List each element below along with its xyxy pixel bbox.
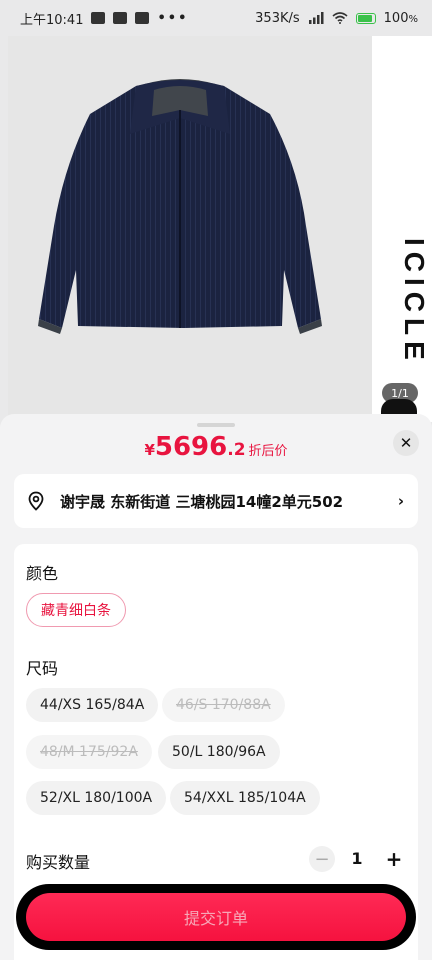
size-option-50-l[interactable]: 50/L 180/96A — [158, 735, 280, 769]
more-notifications-icon: ••• — [157, 10, 189, 26]
video-icon — [135, 12, 150, 24]
product-image[interactable] — [8, 36, 372, 422]
price-label: 折后价 — [248, 444, 288, 459]
price-integer: 5696 — [154, 432, 228, 462]
price-currency: ¥ — [144, 441, 155, 459]
color-option-navy-stripe[interactable]: 藏青细白条 — [26, 593, 126, 627]
message-icon — [91, 12, 106, 24]
color-section-title: 颜色 — [26, 564, 59, 583]
status-time: 上午10:41 — [20, 12, 84, 28]
quantity-label: 购买数量 — [26, 853, 91, 872]
minus-icon: − — [314, 848, 330, 870]
size-option-46-s: 46/S 170/88A — [162, 688, 285, 722]
location-pin-icon — [28, 491, 44, 511]
quantity-value: 1 — [351, 849, 363, 868]
size-option-54-xxl[interactable]: 54/XXL 185/104A — [170, 781, 320, 815]
app-notification-icon — [113, 12, 128, 24]
plus-icon: + — [385, 847, 403, 871]
quantity-decrease-button[interactable]: − — [309, 846, 335, 872]
submit-order-button[interactable]: 提交订单 — [26, 893, 406, 941]
close-icon: ✕ — [399, 434, 413, 452]
price-display: ¥5696.2 折后价 — [0, 432, 432, 462]
address-text: 谢宇晟 东新街道 三塘桃园14幢2单元502 — [60, 492, 344, 511]
signal-icon — [308, 12, 324, 24]
close-button[interactable]: ✕ — [393, 430, 419, 456]
size-option-52-xl[interactable]: 52/XL 180/100A — [26, 781, 167, 815]
battery-level: 100 — [383, 10, 409, 26]
size-section-title: 尺码 — [26, 659, 59, 678]
price-decimal: .2 — [227, 440, 246, 460]
size-option-44-xs[interactable]: 44/XS 165/84A — [26, 688, 159, 722]
brand-vertical-logo: ICICLE — [399, 238, 430, 366]
sheet-handle[interactable] — [197, 423, 235, 427]
jacket-image — [38, 79, 322, 334]
network-speed: 353K/s — [255, 10, 300, 26]
address-card[interactable]: 谢宇晟 东新街道 三塘桃园14幢2单元502 › — [14, 474, 418, 528]
purchase-sheet: ¥5696.2 折后价 ✕ 谢宇晟 东新街道 三塘桃园14幢2单元502 › 颜色… — [0, 414, 432, 960]
quantity-increase-button[interactable]: + — [381, 846, 407, 872]
chevron-right-icon: › — [397, 492, 404, 510]
status-bar: 上午10:41 ••• 353K/s 100% — [0, 0, 432, 36]
wifi-icon — [332, 12, 348, 24]
size-option-48-m: 48/M 175/92A — [26, 735, 152, 769]
battery-unit: % — [408, 13, 418, 25]
battery-icon — [355, 12, 376, 24]
